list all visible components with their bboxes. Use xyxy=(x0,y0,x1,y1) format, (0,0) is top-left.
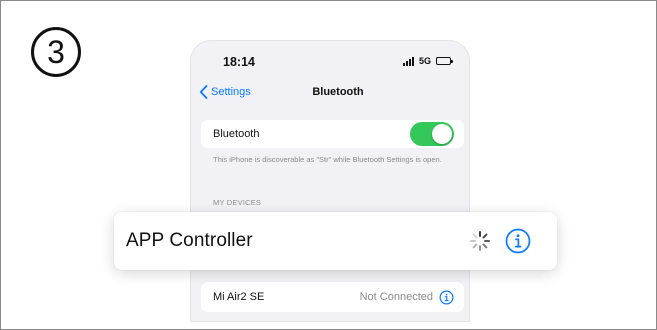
device-row[interactable]: Mi Air2 SE Not Connected xyxy=(201,282,464,312)
loading-spinner-icon xyxy=(470,231,490,251)
status-bar: 18:14 5G xyxy=(191,41,469,81)
my-devices-header: MY DEVICES xyxy=(213,198,262,207)
instruction-frame: 3 18:14 5G Settings Bluetooth Bluetooth xyxy=(0,0,657,330)
device-name: Mi Air2 SE xyxy=(213,291,265,303)
step-number-badge: 3 xyxy=(31,27,81,77)
status-time: 18:14 xyxy=(223,55,255,69)
signal-icon xyxy=(402,56,414,66)
bluetooth-label: Bluetooth xyxy=(213,128,260,140)
bluetooth-setting-row: Bluetooth xyxy=(201,120,464,148)
network-label: 5G xyxy=(418,56,431,66)
info-icon[interactable] xyxy=(505,228,531,254)
info-icon[interactable] xyxy=(439,290,454,305)
toggle-knob xyxy=(432,124,452,144)
device-callout-icons xyxy=(469,228,531,254)
device-status: Not Connected xyxy=(359,291,433,303)
page-title: Bluetooth xyxy=(312,86,364,98)
phone-screen: 18:14 5G Settings Bluetooth Bluetooth Th… xyxy=(191,41,469,321)
navigation-bar: Settings Bluetooth xyxy=(191,83,469,105)
bluetooth-toggle[interactable] xyxy=(410,122,454,146)
battery-icon xyxy=(436,57,453,65)
discoverable-note: This iPhone is discoverable as "Str" whi… xyxy=(213,155,442,164)
status-indicators: 5G xyxy=(402,56,453,66)
device-callout-label: APP Controller xyxy=(126,230,253,251)
device-callout[interactable]: APP Controller xyxy=(114,212,557,270)
device-status-group: Not Connected xyxy=(360,290,454,305)
step-number: 3 xyxy=(47,34,65,70)
